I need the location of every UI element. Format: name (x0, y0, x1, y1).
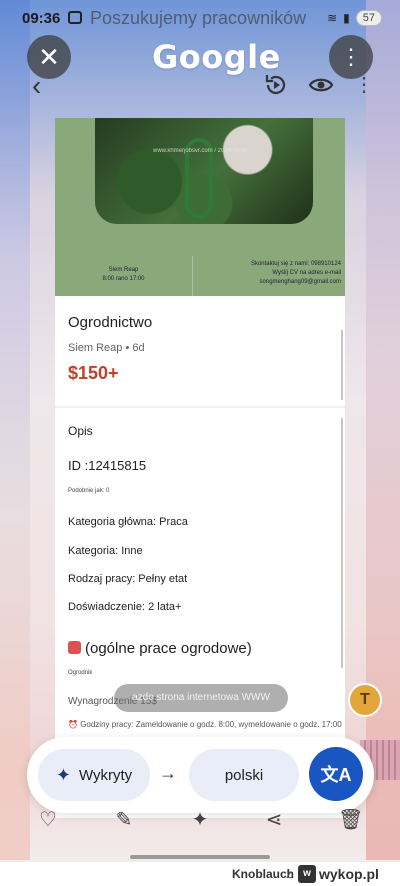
clock-icon: ⏰ (68, 720, 81, 729)
translate-button[interactable]: 文A (309, 747, 363, 801)
share-icon[interactable]: ⋖ (262, 808, 286, 832)
author-name: Knoblauch (232, 867, 294, 881)
screenshot-preview: www.khmerjobsvr.com / 2024-06-07 Siem Re… (55, 118, 345, 818)
role-label: Ogrodnik (68, 670, 93, 676)
heart-icon[interactable]: ♡ (36, 808, 60, 832)
notification-icon (68, 11, 82, 24)
experience: Doświadczenie: 2 lata+ (68, 601, 182, 613)
home-indicator[interactable] (130, 855, 270, 859)
eye-icon[interactable] (308, 74, 334, 96)
signal-icon: ▮ (343, 11, 350, 25)
pencil-icon[interactable]: ✎ (112, 808, 136, 832)
background-page-title: Poszukujemy pracowników (90, 8, 307, 28)
hero-contact-email: Wyślij CV na adres e-mail songmenghang09… (259, 270, 341, 285)
section-title-text: (ogólne prace ogrodowe) (85, 640, 252, 657)
wifi-icon: ≋ (327, 11, 338, 25)
brand-name: wykop.pl (319, 866, 379, 882)
similar-count: Podobnie jak: 0 (68, 488, 110, 494)
description-scrollbar (341, 418, 343, 668)
hero-url-text: www.khmerjobsvr.com / 2024-06-07 (153, 148, 249, 154)
toast-message: azdo strona internetowa WWW (114, 684, 288, 712)
hero-contact-phone: Skontaktuj się z nami: 098910124 (250, 261, 341, 267)
back-arrow-icon[interactable]: ‹ (32, 70, 41, 102)
hero-location-cell: Siem Reap 8:00 rano 17:00 (55, 256, 193, 296)
google-logo: Google (152, 38, 281, 76)
hero-location: Siem Reap (108, 267, 139, 273)
status-notification-icons (68, 11, 82, 24)
scrollbar (341, 330, 343, 400)
job-type: Rodzaj pracy: Pełny etat (68, 573, 188, 585)
target-language-button[interactable]: polski (189, 749, 299, 801)
target-language-label: polski (224, 766, 264, 784)
source-language-label: Wykryty (78, 766, 133, 784)
page-more-icon[interactable]: ⋮ (354, 72, 374, 97)
main-category: Kategoria główna: Praca (68, 516, 188, 528)
footer-separator: z (286, 867, 292, 881)
sparkle-icon: ✦ (55, 764, 71, 785)
replay-icon[interactable] (263, 72, 289, 98)
status-right-icons: ≋ ▮ 57 (327, 10, 382, 26)
job-hero-image: www.khmerjobsvr.com / 2024-06-07 Siem Re… (55, 118, 345, 296)
arrow-right-icon: → (159, 763, 177, 783)
job-meta: Siem Reap • 6d (68, 342, 145, 354)
sparkle-edit-icon[interactable]: ✦ (188, 808, 212, 832)
translate-icon: 文A (320, 765, 352, 785)
status-time: 09:36 (22, 10, 61, 27)
job-id: ID :12415815 (68, 458, 147, 473)
translate-bar: ✦ Wykryty → polski 文A (27, 737, 374, 813)
job-summary: Ogrodnictwo Siem Reap • 6d $150+ (55, 296, 345, 406)
battery-indicator: 57 (355, 10, 382, 26)
section-title: (ogólne prace ogrodowe) (68, 640, 252, 657)
pin-icon (68, 641, 81, 654)
source-language-button[interactable]: ✦ Wykryty (38, 749, 150, 801)
more-vertical-icon: ⋮ (340, 44, 362, 69)
job-price: $150+ (68, 363, 119, 383)
close-icon: ✕ (38, 42, 60, 72)
hero-info-strip: Siem Reap 8:00 rano 17:00 Skontaktuj się… (55, 256, 345, 296)
status-bar: 09:36 Poszukujemy pracowników ≋ ▮ 57 (0, 0, 400, 36)
background-gradient-right (366, 0, 400, 860)
hero-hours: 8:00 rano 17:00 (102, 276, 145, 282)
working-hours: ⏰ Godziny pracy: Zameldowanie o godz. 8:… (68, 720, 342, 729)
background-gradient-left (0, 0, 30, 860)
job-title: Ogrodnictwo (68, 314, 153, 331)
hero-contact-cell: Skontaktuj się z nami: 098910124 Wyślij … (193, 256, 345, 296)
category: Kategoria: Inne (68, 545, 143, 557)
wykop-logo-icon: w (298, 865, 316, 883)
watermark-footer: Knoblauch z w wykop.pl (0, 862, 400, 886)
working-hours-text: Godziny pracy: Zameldowanie o godz. 8:00… (80, 720, 342, 729)
description-heading: Opis (68, 424, 93, 438)
text-select-icon[interactable] (348, 683, 382, 717)
trash-icon[interactable]: 🗑 (338, 808, 363, 832)
